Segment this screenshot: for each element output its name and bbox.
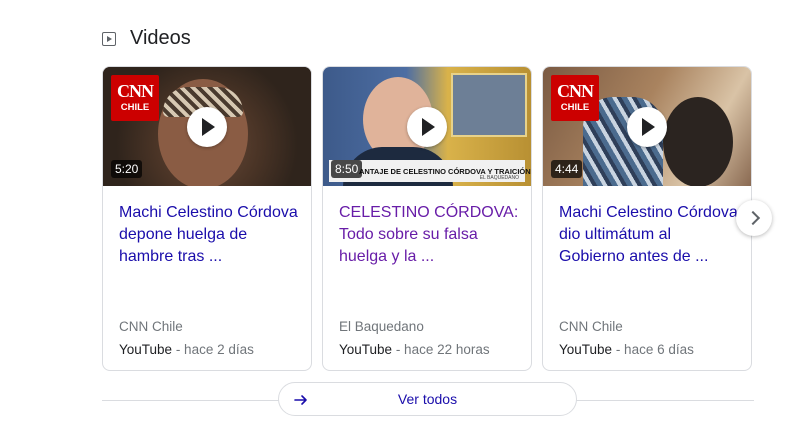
video-meta: YouTube - hace 6 días xyxy=(559,342,694,357)
video-source: CNN Chile xyxy=(559,319,623,334)
video-icon xyxy=(102,31,116,46)
video-duration: 8:50 xyxy=(331,160,363,178)
video-duration: 4:44 xyxy=(551,160,583,178)
video-meta: YouTube - hace 22 horas xyxy=(339,342,490,357)
video-title-link[interactable]: Machi Celestino Córdova depone huelga de… xyxy=(119,202,299,268)
see-all-label: Ver todos xyxy=(397,391,458,407)
video-platform: YouTube xyxy=(119,342,173,357)
section-title: Videos xyxy=(130,27,191,49)
cnn-chile-logo: CNN CHILE xyxy=(111,75,159,121)
thumbnail-image xyxy=(663,97,733,186)
videos-header: Videos xyxy=(102,27,191,50)
video-source: El Baquedano xyxy=(339,319,424,334)
video-thumbnail[interactable]: CNN CHILE 4:44 xyxy=(543,67,751,186)
play-icon[interactable] xyxy=(407,106,447,147)
arrow-right-icon xyxy=(294,395,307,405)
chevron-right-icon xyxy=(745,210,760,226)
see-all-button[interactable]: Ver todos xyxy=(278,382,577,416)
video-title-link[interactable]: Machi Celestino Córdova dio ultimátum al… xyxy=(559,202,739,268)
next-button[interactable] xyxy=(736,200,772,236)
video-duration: 5:20 xyxy=(111,160,143,178)
video-card[interactable]: ANTAJE DE CELESTINO CÓRDOVA Y TRAICIÓN D… xyxy=(322,66,532,371)
video-source: CNN Chile xyxy=(119,319,183,334)
play-icon[interactable] xyxy=(187,106,227,147)
video-title-link[interactable]: CELESTINO CÓRDOVA: Todo sobre su falsa h… xyxy=(339,202,519,268)
video-age: - hace 6 días xyxy=(612,342,694,357)
video-age: - hace 22 horas xyxy=(392,342,490,357)
video-card[interactable]: CNN CHILE 5:20 Machi Celestino Córdova d… xyxy=(102,66,312,371)
cnn-chile-logo: CNN CHILE xyxy=(551,75,599,121)
video-card[interactable]: CNN CHILE 4:44 Machi Celestino Córdova d… xyxy=(542,66,752,371)
video-platform: YouTube xyxy=(339,342,393,357)
video-thumbnail[interactable]: CNN CHILE 5:20 xyxy=(103,67,311,186)
video-thumbnail[interactable]: ANTAJE DE CELESTINO CÓRDOVA Y TRAICIÓN D… xyxy=(323,67,531,186)
video-age: - hace 2 días xyxy=(172,342,254,357)
video-platform: YouTube xyxy=(559,342,613,357)
video-meta: YouTube - hace 2 días xyxy=(119,342,254,357)
play-icon[interactable] xyxy=(627,106,667,147)
